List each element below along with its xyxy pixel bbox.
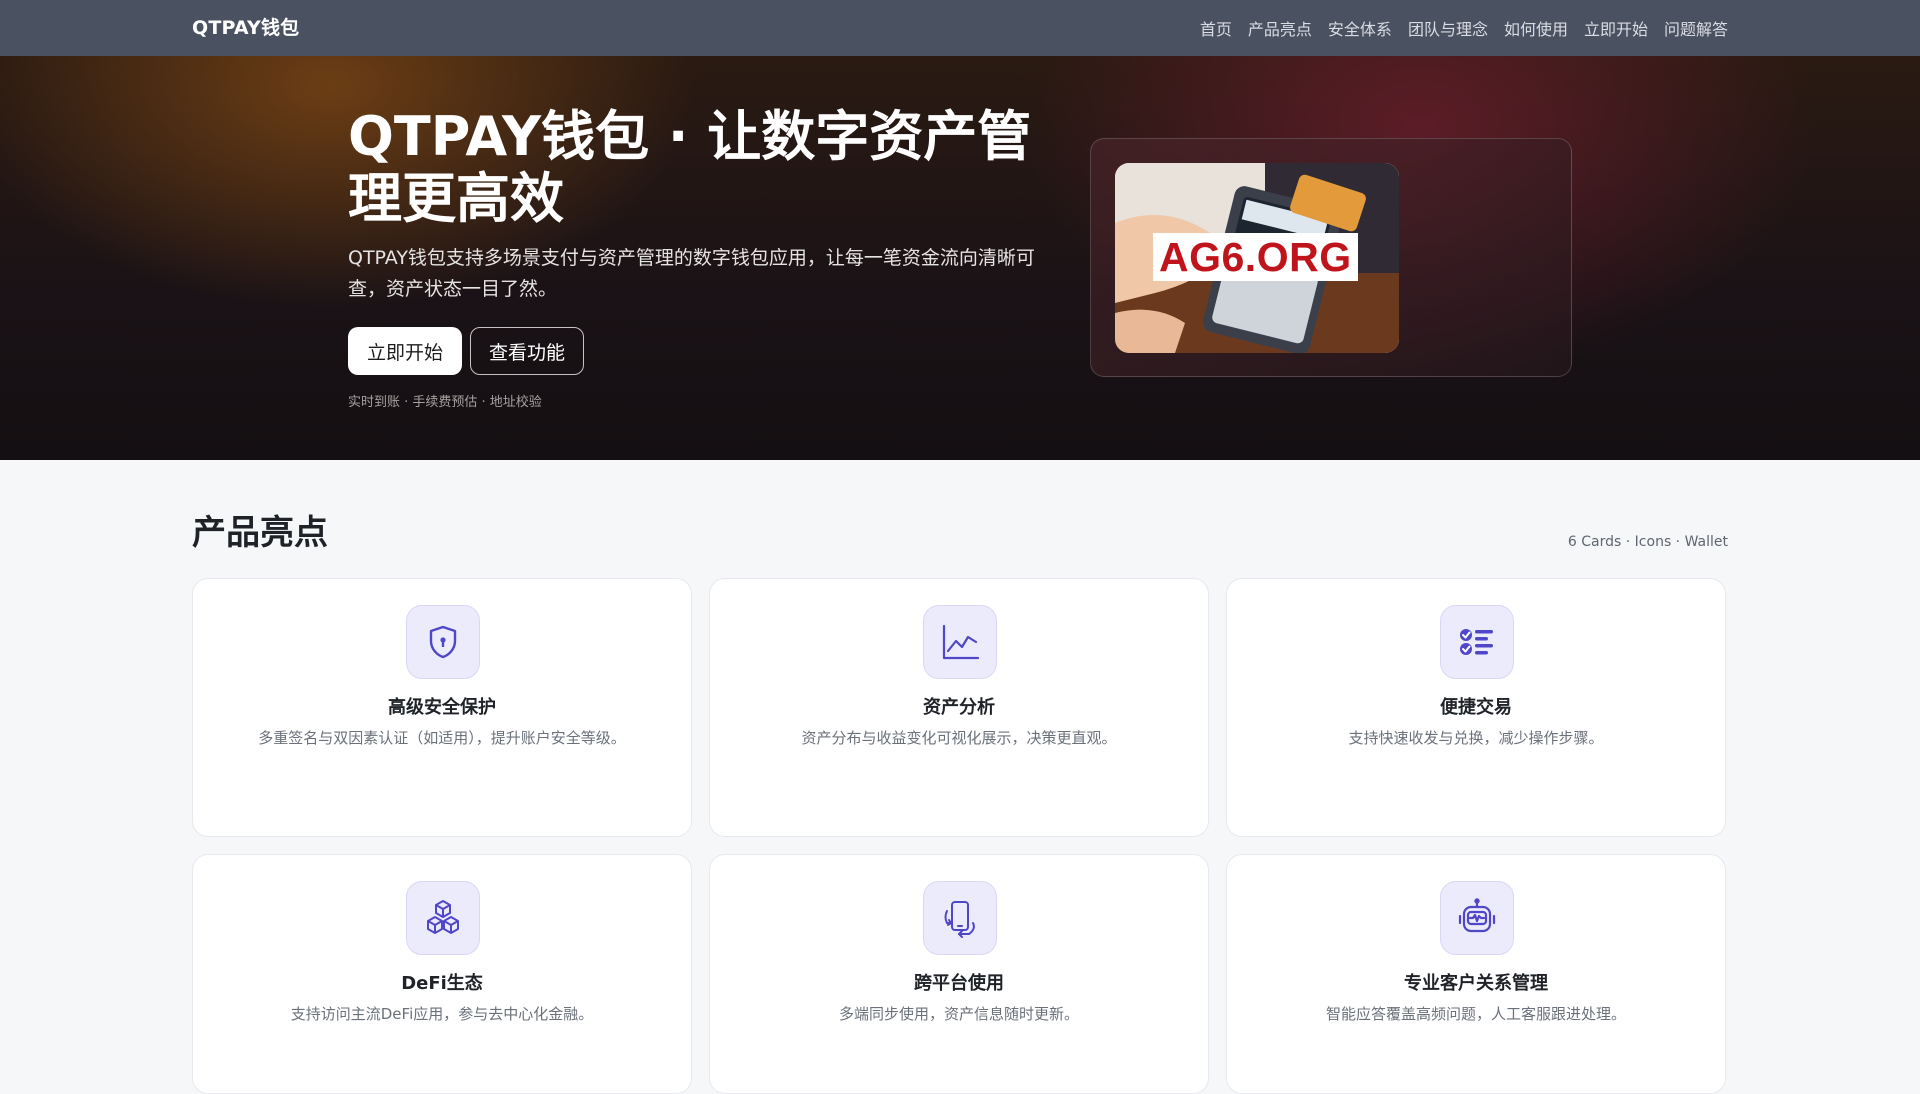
card-description: 多端同步使用，资产信息随时更新。 xyxy=(838,1005,1079,1023)
view-features-button[interactable]: 查看功能 xyxy=(470,327,584,375)
nav-link-faq[interactable]: 问题解答 xyxy=(1664,16,1728,40)
card-title: 跨平台使用 xyxy=(914,973,1004,994)
feature-card-security[interactable]: 高级安全保护 多重签名与双因素认证（如适用），提升账户安全等级。 xyxy=(192,578,692,837)
nav-link-highlights[interactable]: 产品亮点 xyxy=(1248,16,1312,40)
shield-lock-icon xyxy=(406,605,480,679)
card-description: 智能应答覆盖高频问题，人工客服跟进处理。 xyxy=(1325,1005,1626,1023)
feature-card-cross-platform[interactable]: 跨平台使用 多端同步使用，资产信息随时更新。 xyxy=(709,854,1209,1094)
hero-description: QTPAY钱包支持多场景支付与资产管理的数字钱包应用，让每一笔资金流向清晰可查，… xyxy=(348,247,1035,300)
section-title: 产品亮点 xyxy=(192,513,328,553)
cubes-icon xyxy=(406,881,480,955)
section-meta: 6 Cards · Icons · Wallet xyxy=(1567,534,1728,550)
feature-card-quick-trade[interactable]: 便捷交易 支持快速收发与兑换，减少操作步骤。 xyxy=(1226,578,1726,837)
brand-logo[interactable]: QTPAY钱包 xyxy=(192,0,299,56)
card-description: 支持快速收发与兑换，减少操作步骤。 xyxy=(1348,729,1604,747)
line-chart-icon xyxy=(923,605,997,679)
nav-links: 首页 产品亮点 安全体系 团队与理念 如何使用 立即开始 问题解答 xyxy=(1200,0,1728,56)
nav-link-security[interactable]: 安全体系 xyxy=(1328,16,1392,40)
feature-card-asset-analysis[interactable]: 资产分析 资产分布与收益变化可视化展示，决策更直观。 xyxy=(709,578,1209,837)
get-started-button[interactable]: 立即开始 xyxy=(348,327,462,375)
device-sync-icon xyxy=(923,881,997,955)
nav-link-team[interactable]: 团队与理念 xyxy=(1408,16,1488,40)
hero-image-card: AG6.ORG xyxy=(1090,138,1572,377)
watermark-label: AG6.ORG xyxy=(1153,233,1358,281)
card-description: 多重签名与双因素认证（如适用），提升账户安全等级。 xyxy=(258,729,626,747)
card-title: 高级安全保护 xyxy=(388,697,496,718)
card-description: 支持访问主流DeFi应用，参与去中心化金融。 xyxy=(290,1005,594,1023)
nav-link-get-started[interactable]: 立即开始 xyxy=(1584,16,1648,40)
nav-link-how-to-use[interactable]: 如何使用 xyxy=(1504,16,1568,40)
checklist-icon xyxy=(1440,605,1514,679)
hero-feature-note: 实时到账 · 手续费预估 · 地址校验 xyxy=(348,395,542,410)
feature-card-crm[interactable]: 专业客户关系管理 智能应答覆盖高频问题，人工客服跟进处理。 xyxy=(1226,854,1726,1094)
card-title: 便捷交易 xyxy=(1440,697,1512,718)
card-title: DeFi生态 xyxy=(401,973,483,994)
hero-payment-image: AG6.ORG xyxy=(1115,163,1399,353)
top-navbar: QTPAY钱包 首页 产品亮点 安全体系 团队与理念 如何使用 立即开始 问题解… xyxy=(0,0,1920,56)
nav-link-home[interactable]: 首页 xyxy=(1200,16,1232,40)
hero-title: QTPAY钱包 · 让数字资产管理更高效 xyxy=(348,105,1032,230)
hero-section: QTPAY钱包 · 让数字资产管理更高效 QTPAY钱包支持多场景支付与资产管理… xyxy=(0,56,1920,460)
card-title: 资产分析 xyxy=(923,697,995,718)
card-description: 资产分布与收益变化可视化展示，决策更直观。 xyxy=(801,729,1117,747)
feature-card-defi[interactable]: DeFi生态 支持访问主流DeFi应用，参与去中心化金融。 xyxy=(192,854,692,1094)
robot-icon xyxy=(1440,881,1514,955)
card-title: 专业客户关系管理 xyxy=(1404,973,1548,994)
